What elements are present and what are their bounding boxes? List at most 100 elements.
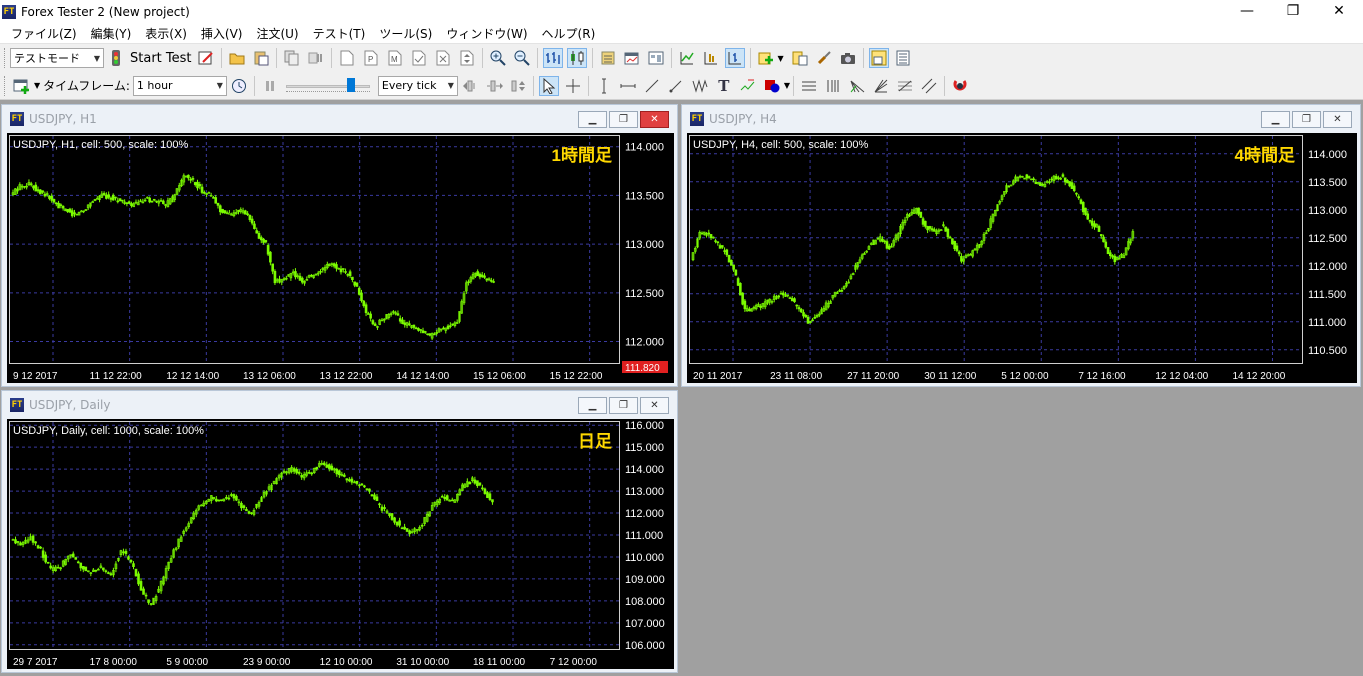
chevron-down-icon[interactable]: ▼ (34, 81, 40, 90)
chart-restore-button[interactable]: ❐ (609, 397, 638, 414)
test-speed-slider[interactable] (285, 77, 370, 94)
gann-fan-icon[interactable] (871, 76, 891, 96)
slider-thumb[interactable] (346, 77, 355, 92)
vertical-lines-icon[interactable] (823, 76, 843, 96)
chart-daily[interactable]: 116.000 115.000 114.000 113.000 112.000 111.0… (7, 419, 674, 669)
strategies-icon[interactable] (790, 48, 810, 68)
toolbar-grip[interactable] (4, 75, 7, 96)
trend-line-icon[interactable] (642, 76, 662, 96)
chart-window-titlebar[interactable]: FT USDJPY, H4 (682, 105, 1360, 133)
slider-track (285, 84, 370, 88)
chart-window-titlebar[interactable]: FT USDJPY, H1 (2, 105, 677, 133)
paste-icon[interactable] (251, 48, 271, 68)
document-x-icon[interactable] (433, 48, 453, 68)
menu-insert[interactable]: 挿入(V) (194, 25, 250, 42)
traffic-light-icon[interactable] (106, 48, 126, 68)
chart-h4[interactable]: 114.000 113.500 113.000 112.500 112.000 111.5… (687, 133, 1357, 383)
document-check-icon[interactable] (409, 48, 429, 68)
chevron-down-icon[interactable]: ▼ (778, 54, 784, 63)
menu-help[interactable]: ヘルプ(R) (535, 25, 603, 42)
chart-close-button[interactable]: ✕ (1323, 111, 1352, 128)
zoom-in-icon[interactable] (488, 48, 508, 68)
menu-test[interactable]: テスト(T) (306, 25, 373, 42)
number-label-icon[interactable] (738, 76, 758, 96)
horizontal-lines-icon[interactable] (799, 76, 819, 96)
vertical-line-icon[interactable] (594, 76, 614, 96)
close-button[interactable]: ✕ (1316, 0, 1362, 23)
line-chart-icon[interactable] (677, 48, 697, 68)
fibonacci-retracement-icon[interactable] (895, 76, 915, 96)
start-test-button[interactable]: Start Test (130, 51, 192, 66)
add-indicator-icon[interactable] (756, 48, 776, 68)
template-icon[interactable] (646, 48, 666, 68)
chart-window-h4[interactable]: FT USDJPY, H4 ▁ ❐ ✕ 114.000 113.500 113.00… (681, 104, 1361, 387)
zoom-out-icon[interactable] (512, 48, 532, 68)
y-tick-label: 114.000 (1308, 149, 1347, 161)
candlestick-chart-icon[interactable] (566, 48, 587, 68)
copy-icon[interactable] (282, 48, 302, 68)
shapes-icon[interactable] (762, 76, 782, 96)
brush-icon[interactable] (814, 48, 834, 68)
edit-test-icon[interactable] (196, 48, 216, 68)
x-tick-label: 29 7 2017 (13, 657, 58, 668)
wave-pattern-icon[interactable] (690, 76, 710, 96)
list-icon[interactable] (893, 48, 913, 68)
crosshair-icon[interactable] (563, 76, 583, 96)
chart-close-button[interactable]: ✕ (640, 111, 669, 128)
document-updown-icon[interactable] (457, 48, 477, 68)
chart-minimize-button[interactable]: ▁ (578, 397, 607, 414)
ray-line-icon[interactable] (666, 76, 686, 96)
toolbar-grip[interactable] (4, 48, 7, 68)
chart-properties-icon[interactable] (622, 48, 642, 68)
bar-chart-icon[interactable] (542, 48, 563, 68)
menu-file[interactable]: ファイル(Z) (4, 25, 84, 42)
menu-tools[interactable]: ツール(S) (372, 25, 439, 42)
chart-close-button[interactable]: ✕ (640, 397, 669, 414)
chart-window-daily[interactable]: FT USDJPY, Daily ▁ ❐ ✕ 116.000 115.000 114… (1, 390, 678, 673)
open-folder-icon[interactable] (227, 48, 247, 68)
cursor-icon[interactable] (538, 75, 559, 96)
menu-edit[interactable]: 編集(Y) (84, 25, 139, 42)
autoscroll-icon[interactable] (724, 48, 745, 68)
maximize-button[interactable]: ❐ (1270, 0, 1316, 23)
timeframe-select[interactable]: 1 hour ▼ (132, 75, 227, 96)
candle-body (350, 478, 354, 483)
separator (862, 48, 864, 68)
candle-body (727, 254, 731, 263)
menu-order[interactable]: 注文(U) (249, 25, 305, 42)
chart-h1[interactable]: 114.000 113.500 113.000 112.500 112.000 9 12 … (7, 133, 674, 383)
menu-view[interactable]: 表示(X) (138, 25, 194, 42)
chevron-down-icon[interactable]: ▼ (784, 81, 790, 90)
chart-restore-button[interactable]: ❐ (609, 111, 638, 128)
fibonacci-fan-icon[interactable] (847, 76, 867, 96)
text-tool-icon[interactable]: T (714, 76, 734, 96)
mode-select[interactable]: テストモード ▼ (10, 48, 104, 68)
candle-body (371, 320, 375, 325)
step-updown-icon[interactable] (508, 76, 528, 96)
candle-body (919, 211, 923, 218)
document-p-icon[interactable]: P (361, 48, 381, 68)
horizontal-line-icon[interactable] (618, 76, 638, 96)
camera-icon[interactable] (838, 48, 858, 68)
chart-restore-button[interactable]: ❐ (1292, 111, 1321, 128)
chart-minimize-button[interactable]: ▁ (1261, 111, 1290, 128)
new-document-icon[interactable] (337, 48, 357, 68)
pause-icon[interactable] (260, 76, 280, 96)
new-chart-icon[interactable] (12, 76, 32, 96)
step-candle-icon[interactable] (484, 76, 504, 96)
minimize-button[interactable]: — (1224, 0, 1270, 23)
document-m-icon[interactable]: M (385, 48, 405, 68)
chart-shift-icon[interactable] (701, 48, 721, 68)
data-window-icon[interactable] (868, 48, 889, 68)
clock-icon[interactable] (229, 76, 249, 96)
data-center-icon[interactable] (598, 48, 618, 68)
step-forward-icon[interactable] (306, 48, 326, 68)
chart-minimize-button[interactable]: ▁ (578, 111, 607, 128)
magnet-icon[interactable] (950, 76, 970, 96)
chart-window-h1[interactable]: FT USDJPY, H1 ▁ ❐ ✕ 114.000 113.500 113.00… (1, 104, 678, 387)
channel-icon[interactable] (919, 76, 939, 96)
menu-window[interactable]: ウィンドウ(W) (439, 25, 534, 42)
chart-window-titlebar[interactable]: FT USDJPY, Daily (2, 391, 677, 419)
tick-mode-select[interactable]: Every tick ▼ (377, 75, 458, 96)
step-back-icon[interactable] (460, 76, 480, 96)
